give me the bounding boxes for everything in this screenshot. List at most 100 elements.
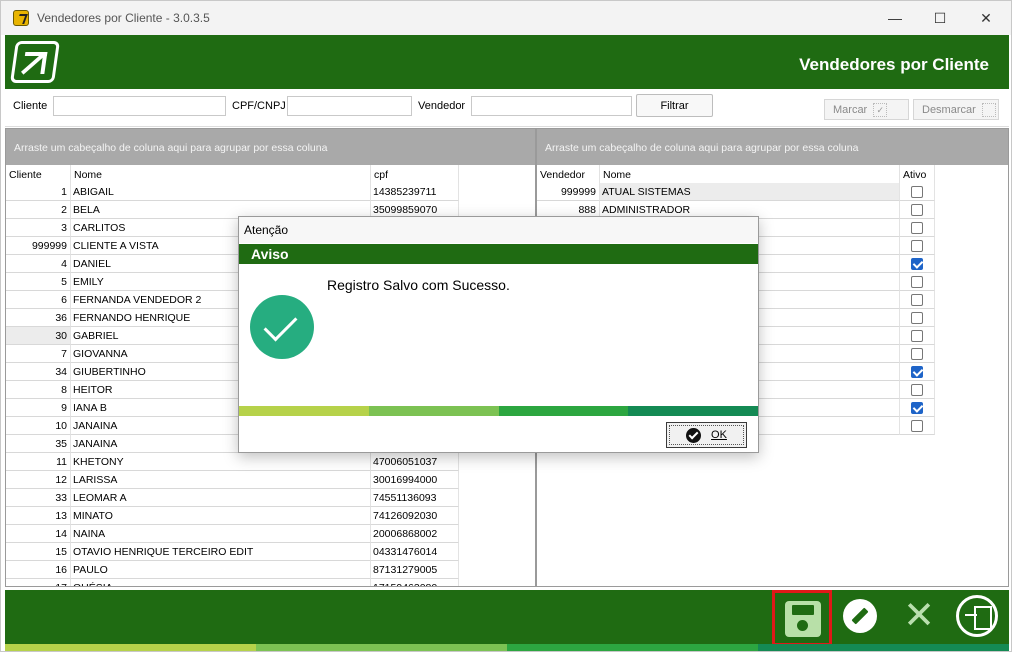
- filtrar-button[interactable]: Filtrar: [636, 94, 713, 117]
- cell-nome: ABIGAIL: [71, 183, 371, 201]
- cpf-label: CPF/CNPJ: [232, 100, 286, 112]
- ok-check-icon: [686, 427, 702, 443]
- cell-ativo: [900, 399, 935, 417]
- cell-ativo: [900, 345, 935, 363]
- color-stripe: [507, 644, 758, 651]
- table-row[interactable]: 12 LARISSA 30016994000: [6, 471, 459, 489]
- cell-cpf: 20006868002: [371, 525, 459, 543]
- cell-cliente: 17: [6, 579, 71, 586]
- column-header-nome[interactable]: Nome: [600, 165, 900, 183]
- cell-nome: LEOMAR A: [71, 489, 371, 507]
- save-icon: [785, 601, 821, 637]
- cell-ativo: [900, 255, 935, 273]
- cell-cliente: 2: [6, 201, 71, 219]
- column-header-ativo[interactable]: Ativo: [900, 165, 935, 183]
- column-header-cliente[interactable]: Cliente: [6, 165, 71, 183]
- table-row[interactable]: 999999 ATUAL SISTEMAS: [537, 183, 935, 201]
- cell-vendedor: 999999: [537, 183, 600, 201]
- ativo-checkbox[interactable]: [911, 384, 923, 396]
- ativo-checkbox[interactable]: [911, 348, 923, 360]
- marcar-button[interactable]: Marcar ✓: [824, 99, 909, 120]
- minimize-button[interactable]: —: [872, 1, 918, 35]
- ativo-checkbox[interactable]: [911, 204, 923, 216]
- cell-cliente: 35: [6, 435, 71, 453]
- cell-cliente: 11: [6, 453, 71, 471]
- cell-nome: KHETONY: [71, 453, 371, 471]
- dialog-color-stripe: [368, 406, 499, 416]
- close-icon[interactable]: ✕: [901, 597, 937, 635]
- ativo-checkbox[interactable]: [911, 330, 923, 342]
- cell-ativo: [900, 201, 935, 219]
- ativo-checkbox[interactable]: [911, 366, 923, 378]
- window-title: Vendedores por Cliente - 3.0.3.5: [37, 11, 210, 25]
- marcar-label: Marcar: [833, 103, 868, 116]
- logo-icon: [10, 41, 60, 83]
- ativo-checkbox[interactable]: [911, 312, 923, 324]
- vendedor-input[interactable]: [471, 96, 632, 116]
- cell-ativo: [900, 363, 935, 381]
- group-by-panel[interactable]: Arraste um cabeçalho de coluna aqui para…: [537, 129, 1008, 165]
- cell-cliente: 10: [6, 417, 71, 435]
- cell-ativo: [900, 219, 935, 237]
- exit-icon[interactable]: [956, 595, 998, 637]
- dialog-color-stripe: [498, 406, 629, 416]
- app-icon: [13, 10, 29, 26]
- desmarcar-label: Desmarcar: [922, 103, 976, 116]
- cell-cliente: 1: [6, 183, 71, 201]
- desmarcar-button[interactable]: Desmarcar: [913, 99, 999, 120]
- table-row[interactable]: 15 OTAVIO HENRIQUE TERCEIRO EDIT 043314760…: [6, 543, 459, 561]
- page-title: Vendedores por Cliente: [799, 55, 989, 74]
- dialog-message: Registro Salvo com Sucesso.: [327, 277, 510, 293]
- ativo-checkbox[interactable]: [911, 186, 923, 198]
- success-check-icon: [250, 295, 314, 359]
- cell-nome: QUÉSIA: [71, 579, 371, 586]
- cell-cliente: 12: [6, 471, 71, 489]
- table-row[interactable]: 13 MINATO 74126092030: [6, 507, 459, 525]
- table-row[interactable]: 16 PAULO 87131279005: [6, 561, 459, 579]
- cell-cliente: 15: [6, 543, 71, 561]
- table-row[interactable]: 33 LEOMAR A 74551136093: [6, 489, 459, 507]
- cell-cliente: 33: [6, 489, 71, 507]
- ok-button[interactable]: OK: [666, 422, 747, 448]
- edit-icon[interactable]: [843, 599, 877, 633]
- dialog-title: Atenção: [239, 217, 758, 243]
- ok-label: OK: [711, 429, 727, 441]
- column-header-cpf[interactable]: cpf: [371, 165, 459, 183]
- save-button[interactable]: [772, 590, 832, 646]
- uncheck-icon: [981, 102, 996, 117]
- cell-ativo: [900, 381, 935, 399]
- group-by-panel[interactable]: Arraste um cabeçalho de coluna aqui para…: [6, 129, 535, 165]
- cell-nome: NAINA: [71, 525, 371, 543]
- table-row[interactable]: 17QUÉSIA17159463080: [6, 579, 459, 586]
- ativo-checkbox[interactable]: [911, 276, 923, 288]
- table-row[interactable]: 1 ABIGAIL 14385239711: [6, 183, 459, 201]
- table-row[interactable]: 11 KHETONY 47006051037: [6, 453, 459, 471]
- ativo-checkbox[interactable]: [911, 240, 923, 252]
- cell-cliente: 34: [6, 363, 71, 381]
- cell-nome: OTAVIO HENRIQUE TERCEIRO EDIT: [71, 543, 371, 561]
- ativo-checkbox[interactable]: [911, 222, 923, 234]
- cell-nome: LARISSA: [71, 471, 371, 489]
- cell-ativo: [900, 183, 935, 201]
- cell-ativo: [900, 237, 935, 255]
- ativo-checkbox[interactable]: [911, 402, 923, 414]
- column-header-nome[interactable]: Nome: [71, 165, 371, 183]
- check-icon: ✓: [873, 102, 888, 117]
- ativo-checkbox[interactable]: [911, 294, 923, 306]
- ativo-checkbox[interactable]: [911, 258, 923, 270]
- cpf-input[interactable]: [287, 96, 412, 116]
- cell-cpf: 30016994000: [371, 471, 459, 489]
- close-window-button[interactable]: ✕: [963, 1, 1009, 35]
- cell-cliente: 8: [6, 381, 71, 399]
- header-banner: Vendedores por Cliente: [5, 35, 1009, 89]
- cell-cliente: 16: [6, 561, 71, 579]
- cell-ativo: [900, 417, 935, 435]
- dialog-header: Aviso: [239, 244, 758, 264]
- table-row[interactable]: 14 NAINA 20006868002: [6, 525, 459, 543]
- maximize-button[interactable]: ☐: [917, 1, 963, 35]
- cell-cliente: 30: [6, 327, 71, 345]
- ativo-checkbox[interactable]: [911, 420, 923, 432]
- cliente-input[interactable]: [53, 96, 226, 116]
- column-header-vendedor[interactable]: Vendedor: [537, 165, 600, 183]
- cell-cliente: 14: [6, 525, 71, 543]
